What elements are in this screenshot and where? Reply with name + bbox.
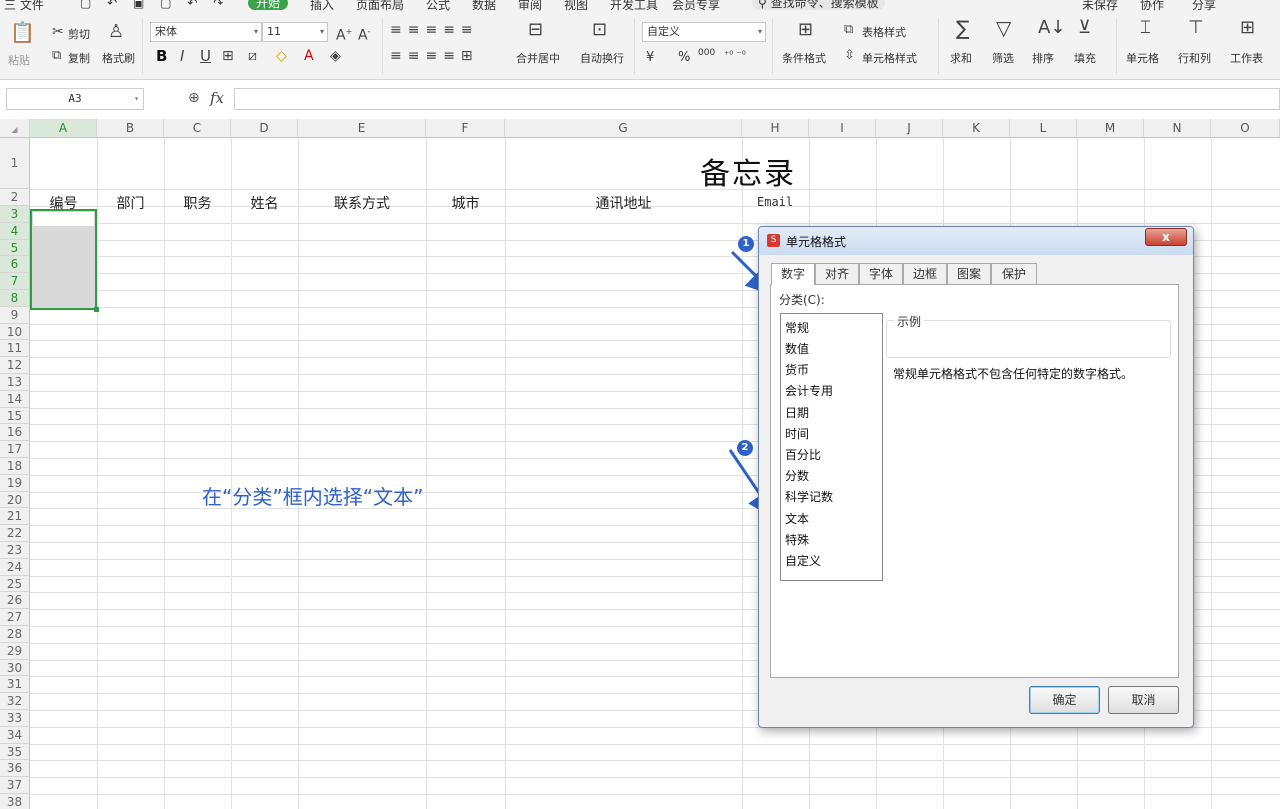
close-button[interactable]: x [1145,228,1187,246]
sample-label: 示例 [894,313,925,330]
category-currency[interactable]: 货币 [785,361,809,378]
step-badge-2: 2 [737,440,753,456]
category-date[interactable]: 日期 [785,404,809,421]
ok-button[interactable]: 确定 [1029,686,1100,714]
dialog-titlebar[interactable]: S 单元格格式 x [759,227,1193,255]
tab-font[interactable]: 字体 [859,263,903,284]
category-special[interactable]: 特殊 [785,531,809,548]
dialog-title: 单元格格式 [786,235,847,249]
format-cells-dialog: S 单元格格式 x 数字 对齐 字体 边框 图案 保护 分类(C): 常规 数值… [758,226,1194,728]
category-list[interactable]: 常规 数值 货币 会计专用 日期 时间 百分比 分数 科学记数 文本 特殊 自定… [780,313,883,581]
tab-protection[interactable]: 保护 [991,263,1037,284]
category-label: 分类(C): [779,293,825,307]
category-accounting[interactable]: 会计专用 [785,382,833,399]
category-fraction[interactable]: 分数 [785,467,809,484]
category-time[interactable]: 时间 [785,425,809,442]
category-custom[interactable]: 自定义 [785,552,821,569]
cancel-button[interactable]: 取消 [1108,686,1179,714]
category-scientific[interactable]: 科学记数 [785,488,833,505]
tab-pattern[interactable]: 图案 [947,263,991,284]
format-description: 常规单元格格式不包含任何特定的数字格式。 [893,367,1134,381]
category-number[interactable]: 数值 [785,340,809,357]
tab-alignment[interactable]: 对齐 [815,263,859,284]
sample-box [886,320,1171,358]
number-tab-panel: 分类(C): 常规 数值 货币 会计专用 日期 时间 百分比 分数 科学记数 文… [770,284,1179,678]
wps-logo-icon: S [767,234,780,247]
tab-border[interactable]: 边框 [903,263,947,284]
step-badge-1: 1 [738,236,754,252]
category-text[interactable]: 文本 [785,510,809,527]
category-percentage[interactable]: 百分比 [785,446,821,463]
tab-number[interactable]: 数字 [771,263,815,285]
category-general[interactable]: 常规 [785,319,809,336]
